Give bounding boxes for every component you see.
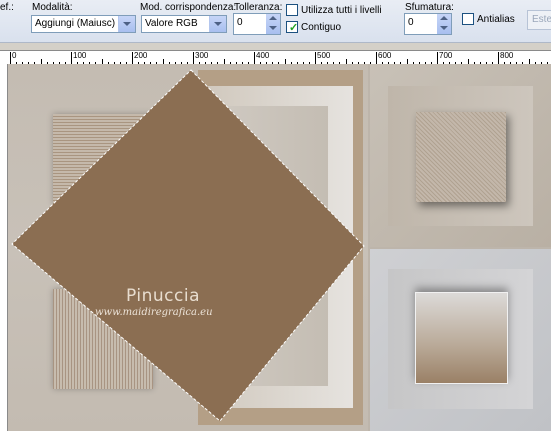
ruler-label: 300	[195, 51, 209, 60]
mode-dropdown[interactable]: Aggiungi (Maiusc)	[31, 15, 136, 33]
tool-options-bar: ef.: Modalità: Aggiungi (Maiusc) Mod. co…	[0, 0, 551, 43]
vertical-ruler	[0, 64, 8, 431]
ruler-label: 700	[439, 51, 453, 60]
ruler-label: 400	[256, 51, 270, 60]
toolbar-gap	[0, 43, 551, 50]
match-mode-dropdown[interactable]: Valore RGB	[141, 15, 227, 33]
use-all-layers-checkbox[interactable]	[286, 4, 298, 16]
mode-label: Modalità:	[32, 2, 73, 13]
feather-spinner[interactable]: 0	[404, 13, 452, 35]
ruler-label: 100	[73, 51, 87, 60]
contiguous-label: Contiguo	[301, 22, 342, 33]
watermark-title: Pinuccia	[126, 286, 200, 306]
ruler-label: 0	[12, 51, 17, 60]
contiguous-checkbox[interactable]: ✓	[286, 21, 299, 34]
tolerance-value: 0	[237, 17, 243, 28]
match-mode-value: Valore RGB	[145, 18, 198, 29]
spin-arrows-icon[interactable]	[266, 14, 280, 34]
image-canvas[interactable]	[8, 64, 551, 431]
ruler-label: 800	[500, 51, 514, 60]
match-mode-label: Mod. corrispondenza:	[140, 2, 237, 13]
ruler-label: 600	[378, 51, 392, 60]
tolerance-label: Tolleranza:	[234, 2, 283, 13]
diamond-shape	[11, 69, 365, 422]
feather-label: Sfumatura:	[405, 2, 454, 13]
feather-value: 0	[408, 17, 414, 28]
chevron-down-icon[interactable]	[118, 16, 135, 32]
spin-arrows-icon[interactable]	[437, 14, 451, 34]
tolerance-spinner[interactable]: 0	[233, 13, 281, 35]
ruler-label: 200	[134, 51, 148, 60]
antialias-checkbox[interactable]	[462, 13, 474, 25]
ruler-label: 500	[317, 51, 331, 60]
outside-button[interactable]: Ester	[527, 10, 551, 30]
antialias-label: Antialias	[477, 14, 515, 25]
checkmark-icon: ✓	[289, 22, 299, 34]
watermark-url: www.maidiregrafica.eu	[95, 307, 213, 318]
chevron-down-icon[interactable]	[209, 16, 226, 32]
ref-label: ef.:	[0, 2, 14, 13]
use-all-layers-label: Utilizza tutti i livelli	[301, 5, 382, 16]
mode-value: Aggiungi (Maiusc)	[35, 18, 116, 29]
